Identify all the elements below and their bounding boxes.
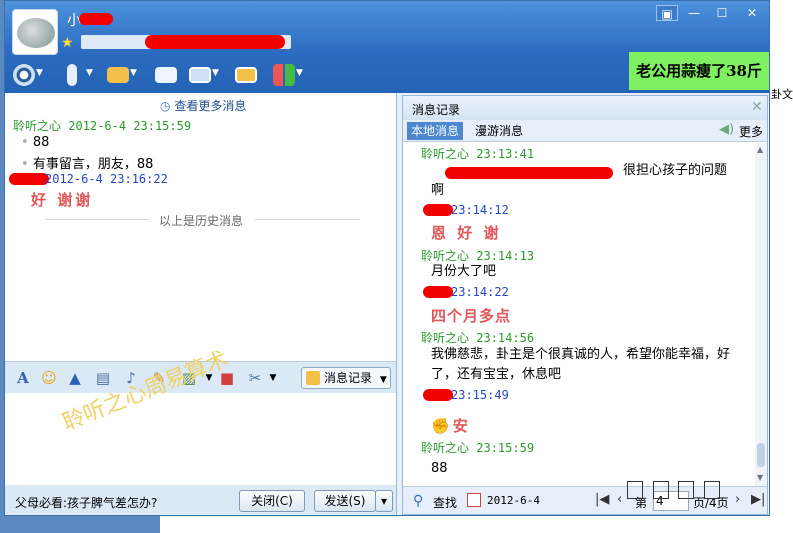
history-entry-text: ✊安 <box>431 417 471 435</box>
scroll-up-icon[interactable]: ▲ <box>757 145 763 154</box>
apps-grid-icon <box>273 64 295 86</box>
history-tabs: 本地消息 漫游消息 ◀) 更多 <box>403 120 767 142</box>
find-button[interactable]: 查找 <box>433 494 457 511</box>
shake-icon[interactable]: ▲ <box>65 368 85 388</box>
screenshot-icon[interactable]: ✂ <box>245 368 265 388</box>
apps-button[interactable]: ▼ <box>271 63 305 87</box>
history-messages: 聆听之心 23:13:41 很担心孩子的问题啊 23:14:12 恩 好 谢 聆… <box>403 143 755 486</box>
history-date[interactable]: 2012-6-4 <box>487 494 540 507</box>
remote-desktop-button[interactable]: ▼ <box>187 63 221 87</box>
scroll-down-icon[interactable]: ▼ <box>757 473 763 482</box>
chat-messages: ◷ 查看更多消息 聆听之心 2012-6-4 23:15:59 • 88 • 有… <box>5 93 397 361</box>
emoji-icon[interactable]: ☺ <box>39 368 59 388</box>
title-bar: 小 ★ ▣ — ☐ ✕ ▼ ▼ ▼ ▼ ▼ 老公用蒜瘦了38斤 <box>5 1 769 93</box>
handshake-icon: ✊ <box>431 417 453 435</box>
ad-link[interactable]: 父母必看:孩子脾气差怎办? <box>15 494 157 511</box>
clock-icon: ◷ <box>160 99 171 113</box>
screen-icon <box>235 67 257 83</box>
history-panel: 消息记录 ✕ 本地消息 漫游消息 ◀) 更多 聆听之心 23:13:41 很担心… <box>402 95 768 515</box>
star-icon: ★ <box>61 35 74 51</box>
bottom-bar: 父母必看:孩子脾气差怎办? 关闭(C) 发送(S) ▾ <box>5 485 397 515</box>
drawn-square <box>653 481 669 499</box>
search-icon[interactable]: ⚲ <box>413 493 423 509</box>
close-button[interactable]: 关闭(C) <box>239 490 305 512</box>
scroll-thumb[interactable] <box>757 443 765 467</box>
redaction-mark <box>79 13 113 25</box>
group-chat-button[interactable] <box>153 63 187 87</box>
font-icon[interactable]: A <box>13 368 33 388</box>
video-call-button[interactable]: ▼ <box>11 63 45 87</box>
calendar-icon[interactable] <box>467 493 481 507</box>
chevron-down-icon[interactable]: ▼ <box>263 368 283 388</box>
send-options-button[interactable]: ▾ <box>375 490 393 512</box>
close-window-button[interactable]: ✕ <box>741 5 763 21</box>
message-header: 2012-6-4 23:16:22 <box>13 172 168 186</box>
drawn-square <box>627 481 643 499</box>
window-menu-button[interactable]: ▣ <box>656 5 678 21</box>
drawn-square <box>678 481 694 499</box>
history-entry-text: 四个月多点 <box>431 307 512 325</box>
minimize-button[interactable]: — <box>683 5 705 21</box>
history-entry-text: 恩 好 谢 <box>431 224 502 242</box>
history-entry-header: 23:14:22 <box>451 285 509 299</box>
folder-icon <box>107 67 129 83</box>
screen-share-button[interactable] <box>233 63 267 87</box>
message-record-button[interactable]: 消息记录 ▼ <box>301 367 391 389</box>
ad-banner[interactable]: 老公用蒜瘦了38斤 <box>629 52 769 90</box>
history-scrollbar[interactable]: ▲ ▼ <box>755 143 767 486</box>
chat-add-icon <box>155 67 177 83</box>
history-title-bar: 消息记录 ✕ <box>403 96 767 120</box>
history-entry-text: 88 <box>431 461 448 476</box>
main-toolbar: ▼ ▼ ▼ ▼ ▼ <box>5 59 625 91</box>
history-entry-header: 23:14:12 <box>451 203 509 217</box>
voice-call-button[interactable]: ▼ <box>61 63 95 87</box>
next-page-icon[interactable]: › <box>735 492 740 507</box>
history-title: 消息记录 <box>412 103 461 117</box>
desktop-background-bottom <box>0 515 160 533</box>
monitor-icon <box>189 67 211 83</box>
more-button[interactable]: 更多 <box>739 123 763 140</box>
message-record-icon <box>306 371 320 385</box>
speaker-icon[interactable]: ◀) <box>719 122 734 137</box>
last-page-icon[interactable]: ▶| <box>751 492 765 507</box>
message-line: 好 谢谢 <box>31 191 94 209</box>
tab-local-messages[interactable]: 本地消息 <box>407 122 464 140</box>
camera-icon <box>13 64 35 86</box>
history-entry-header: 聆听之心 23:14:56 <box>421 331 535 345</box>
close-icon[interactable]: ✕ <box>751 99 763 115</box>
desktop-text: 卦文 <box>771 88 793 101</box>
send-file-button[interactable]: ▼ <box>105 63 139 87</box>
redaction-mark <box>145 35 285 49</box>
maximize-button[interactable]: ☐ <box>711 5 733 21</box>
history-entry-header: 聆听之心 23:13:41 <box>421 147 535 161</box>
history-divider: 以上是历史消息 <box>45 212 360 228</box>
sender-name: 聆听之心 <box>13 119 62 133</box>
history-entry-header: 23:15:49 <box>451 388 509 402</box>
avatar[interactable] <box>12 9 58 55</box>
tab-roaming-messages[interactable]: 漫游消息 <box>471 122 527 140</box>
more-history-link[interactable]: ◷ 查看更多消息 <box>160 97 246 114</box>
history-entry-text: 很担心孩子的问题啊 <box>431 163 728 198</box>
drawn-square <box>704 481 720 499</box>
message-time: 2012-6-4 23:16:22 <box>45 172 168 186</box>
chat-window: 小 ★ ▣ — ☐ ✕ ▼ ▼ ▼ ▼ ▼ 老公用蒜瘦了38斤 ◷ 查看更多消息… <box>4 0 770 516</box>
first-page-icon[interactable]: |◀ <box>595 492 609 507</box>
prev-page-icon[interactable]: ‹ <box>617 492 622 507</box>
send-button[interactable]: 发送(S) <box>314 490 376 512</box>
history-entry-header: 聆听之心 23:15:59 <box>421 441 535 455</box>
message-header: 聆听之心 2012-6-4 23:15:59 <box>13 117 191 134</box>
message-line: • 88 <box>21 135 50 150</box>
message-line: • 有事留言，朋友，88 <box>21 157 154 172</box>
message-input[interactable]: 聆听之心周易算术 <box>5 347 397 485</box>
history-entry-text: 我佛慈悲，卦主是个很真诚的人，希望你能幸福，好了，还有宝宝，休息吧 <box>431 347 731 382</box>
message-time: 2012-6-4 23:15:59 <box>68 119 192 133</box>
history-entry-text: 月份大了吧 <box>431 264 497 279</box>
microphone-icon <box>67 64 77 86</box>
